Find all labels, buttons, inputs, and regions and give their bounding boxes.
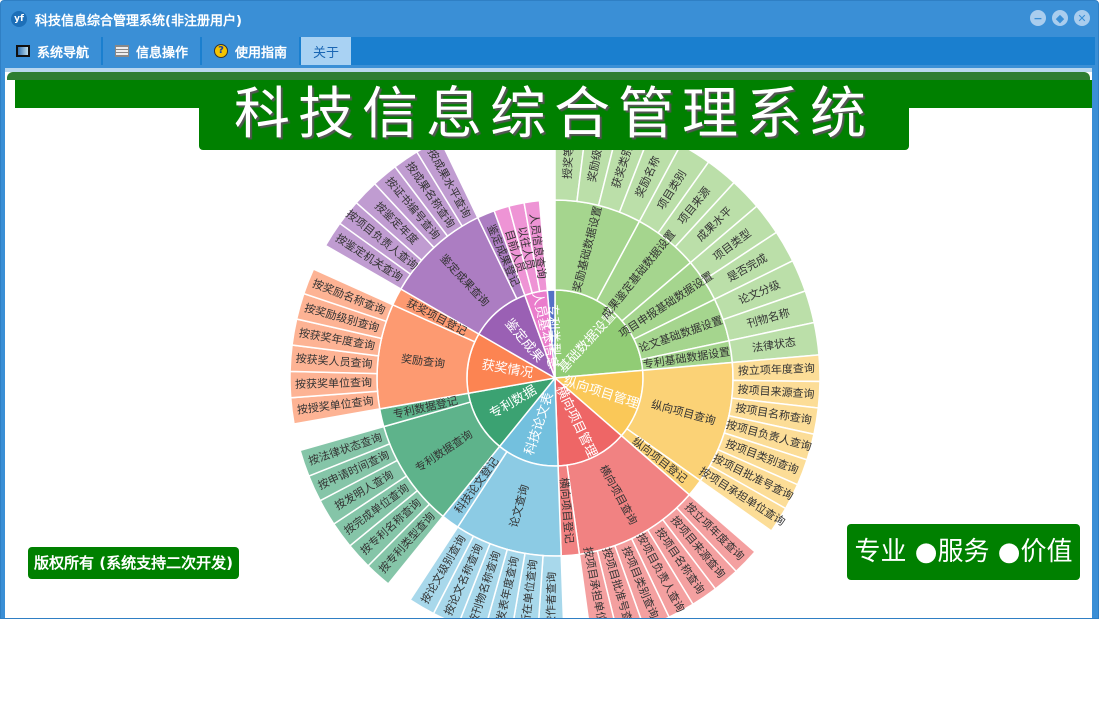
sunburst-label: 专利类型 (544, 303, 561, 356)
restore-button[interactable]: ◆ (1052, 10, 1068, 26)
tab-system-navigation[interactable]: 系统导航 (4, 37, 102, 65)
window-title: 科技信息综合管理系统(非注册用户) (35, 13, 242, 29)
monitor-icon (16, 45, 30, 57)
title-bar: yf 科技信息综合管理系统(非注册用户) − ◆ ✕ (1, 1, 1098, 37)
minimize-button[interactable]: − (1030, 10, 1046, 26)
menu-tabs: 系统导航 信息操作 ? 使用指南 关于 (4, 37, 1095, 65)
tab-info-operation[interactable]: 信息操作 (103, 37, 201, 65)
tab-about[interactable]: 关于 (301, 37, 352, 65)
sunburst-label: 按立项年度查询 (738, 361, 815, 378)
sunburst-label: 按获奖单位查询 (295, 375, 372, 391)
tab-label: 关于 (313, 45, 340, 61)
copyright-badge: 版权所有 (系统支持二次开发) (28, 547, 239, 579)
close-button[interactable]: ✕ (1074, 10, 1090, 26)
app-logo-icon: yf (11, 11, 27, 27)
slogan-badge: 专业 ●服务 ●价值 (847, 524, 1080, 580)
system-title-banner: 科技信息综合管理系统 (199, 80, 909, 150)
tab-user-guide[interactable]: ? 使用指南 (202, 37, 300, 65)
tab-label: 使用指南 (235, 45, 288, 61)
tab-label: 信息操作 (136, 45, 189, 61)
help-icon: ? (214, 44, 229, 58)
tab-label: 系统导航 (37, 45, 90, 61)
sunburst-label: 按作者查询 (543, 572, 558, 618)
main-content: 科技信息综合管理系统 基础数据设置 奖励基础数据设置 授奖等级 奖励级别 获奖类别 奖励名… (5, 68, 1092, 618)
grid-icon (115, 45, 130, 57)
